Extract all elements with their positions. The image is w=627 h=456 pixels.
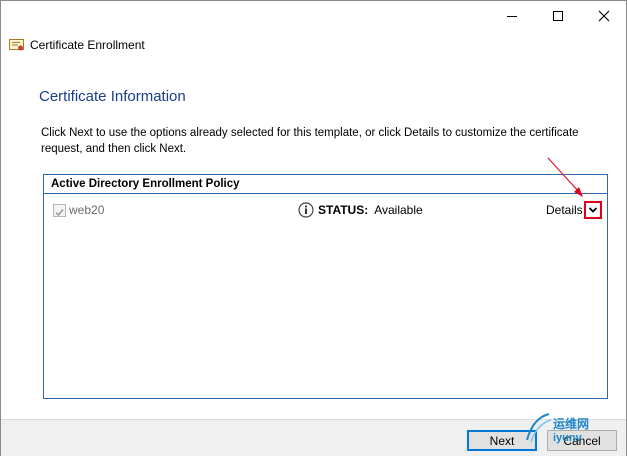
certificate-enrollment-window: Certificate Enrollment Certificate Infor… [0, 0, 627, 456]
checkmark-icon [55, 209, 64, 217]
status-label: STATUS: [318, 203, 369, 217]
page-description: Click Next to use the options already se… [41, 127, 579, 155]
minimize-icon [507, 16, 517, 17]
maximize-button[interactable] [535, 1, 581, 31]
certificate-icon [9, 39, 24, 51]
details-link[interactable]: Details [546, 203, 583, 217]
details-expand-button[interactable] [584, 201, 602, 219]
info-icon [298, 202, 314, 218]
watermark: 运维网 iyunv [523, 410, 589, 444]
policy-header: Active Directory Enrollment Policy [44, 175, 607, 194]
certificate-template-row: web20 STATUS: Available Details [44, 201, 607, 221]
chevron-down-icon [588, 207, 598, 213]
close-button[interactable] [581, 1, 627, 31]
window-title-bar: Certificate Enrollment [9, 38, 145, 52]
status-value: Available [374, 203, 423, 217]
watermark-logo-icon [526, 413, 552, 443]
minimize-button[interactable] [489, 1, 535, 31]
page-title: Certificate Information [39, 88, 186, 105]
enrollment-policy-panel: Active Directory Enrollment Policy web20… [43, 174, 608, 399]
template-name: web20 [69, 203, 105, 217]
maximize-icon [553, 11, 563, 21]
watermark-text: 运维网 [553, 417, 590, 431]
watermark-subtext: iyunv [553, 432, 582, 444]
template-status: STATUS: Available [298, 202, 423, 218]
close-icon [598, 10, 610, 22]
template-checkbox[interactable] [53, 204, 66, 217]
window-title: Certificate Enrollment [30, 38, 145, 52]
